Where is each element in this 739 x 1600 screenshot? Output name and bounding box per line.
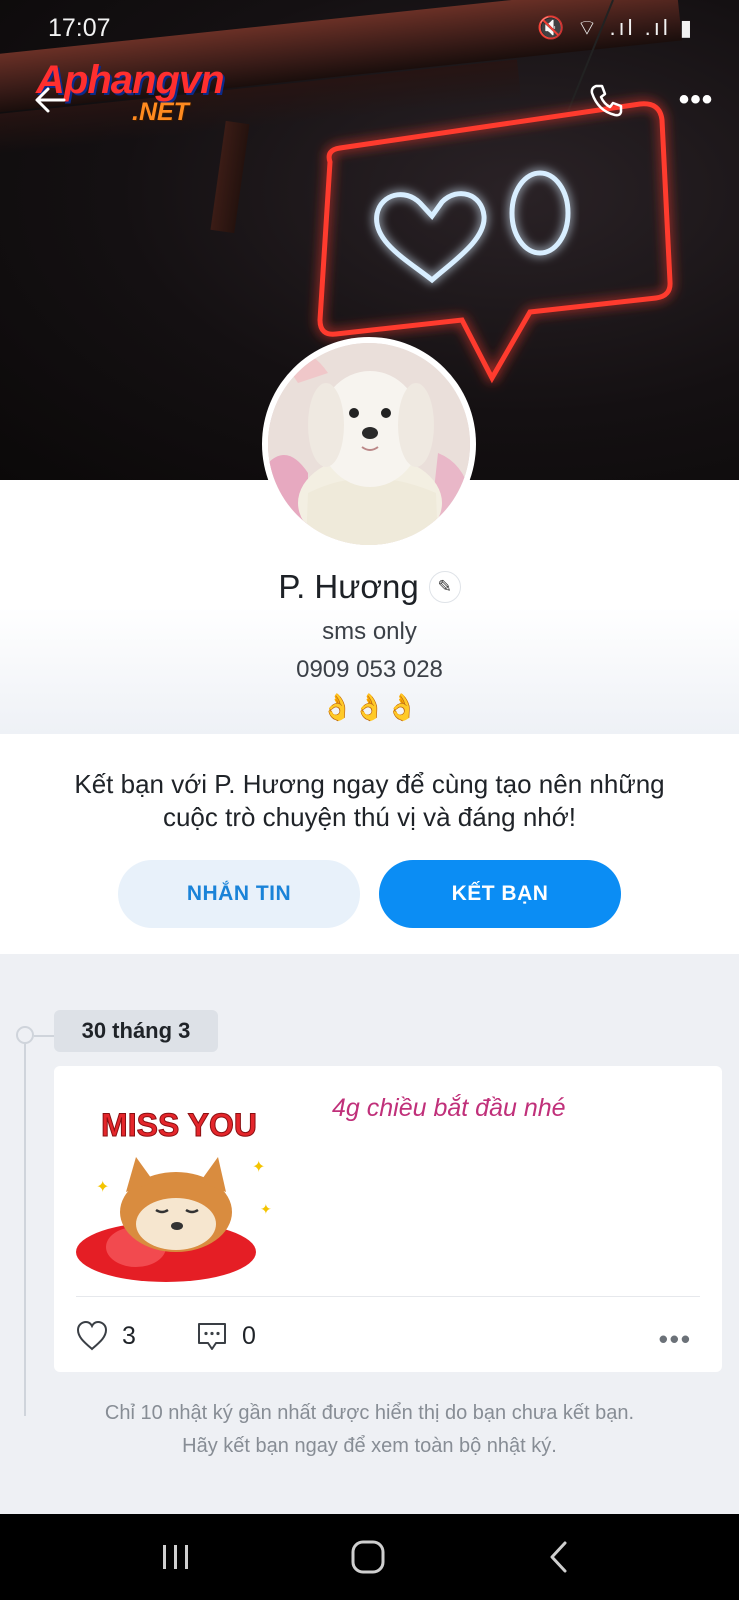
watermark-logo-sub: .NET [132,98,189,126]
profile-name-row: P. Hương ✎ [0,568,739,612]
back-button[interactable] [30,80,70,120]
timeline-dot [16,1026,34,1044]
profile-bio-line-1: sms only [322,618,417,645]
post-text: 4g chiều bắt đầu nhé [332,1094,566,1122]
timeline-line [24,1026,26,1416]
profile-name: P. Hương [278,568,419,605]
svg-text:✦: ✦ [252,1159,265,1176]
edit-name-button[interactable]: ✎ [428,571,461,603]
sticker-text: MISS YOU [101,1107,257,1143]
shiba-sticker-graphic: MISS YOU ✦ ✦ ✦ [76,1107,272,1282]
status-icons: 🔇 ⌔ .ıl .ıl ▮ [537,15,695,40]
comment-button[interactable]: 0 [196,1316,256,1356]
svg-text:✦: ✦ [96,1179,109,1196]
profile-bio-line-3: 👌👌👌 [320,692,419,722]
message-button[interactable]: NHẮN TIN [118,860,360,928]
chevron-left-icon [550,1541,567,1573]
back-nav-button[interactable] [530,1532,590,1582]
miss-you-sticker[interactable]: MISS YOU ✦ ✦ ✦ [76,1102,282,1282]
heart-icon [76,1321,108,1351]
avatar[interactable] [262,337,476,551]
more-options-button[interactable]: ••• [676,82,716,118]
phone-icon [590,84,623,117]
timeline-post-card[interactable]: MISS YOU ✦ ✦ ✦ 4g chiều bắt đầu nhé 3 0 … [54,1066,722,1372]
home-icon [351,1540,385,1574]
like-button[interactable]: 3 [76,1316,136,1356]
avatar-photo [268,343,470,545]
call-button[interactable] [586,80,626,120]
add-friend-button[interactable]: KẾT BẠN [379,860,621,928]
recent-apps-button[interactable] [146,1532,206,1582]
recent-apps-icon [163,1545,188,1569]
status-time: 17:07 [48,14,111,42]
dog-photo-graphic [268,343,470,545]
add-friend-prompt-text: Kết bạn với P. Hương ngay để cùng tạo nê… [74,769,665,832]
comment-icon [198,1323,226,1350]
back-arrow-icon [35,87,66,113]
like-count: 3 [122,1321,136,1350]
pencil-icon: ✎ [437,577,452,596]
add-friend-prompt: Kết bạn với P. Hương ngay để cùng tạo nê… [0,734,739,954]
android-nav-bar [0,1514,739,1600]
svg-text:✦: ✦ [260,1201,272,1217]
timeline: 30 tháng 3 MISS YOU ✦ ✦ ✦ 4g chiều bắt đ… [0,954,739,1514]
post-more-button[interactable]: ••• [659,1324,692,1355]
timeline-footnote-2: Hãy kết bạn ngay để xem toàn bộ nhật ký. [182,1435,557,1457]
timeline-date: 30 tháng 3 [54,1010,218,1052]
home-button[interactable] [338,1532,398,1582]
comment-count: 0 [242,1321,256,1350]
profile-bio-line-2: 0909 053 028 [296,656,443,683]
timeline-footnote-1: Chỉ 10 nhật ký gần nhất được hiển thị do… [104,1402,635,1424]
status-bar: 17:07 🔇 ⌔ .ıl .ıl ▮ [0,0,739,56]
